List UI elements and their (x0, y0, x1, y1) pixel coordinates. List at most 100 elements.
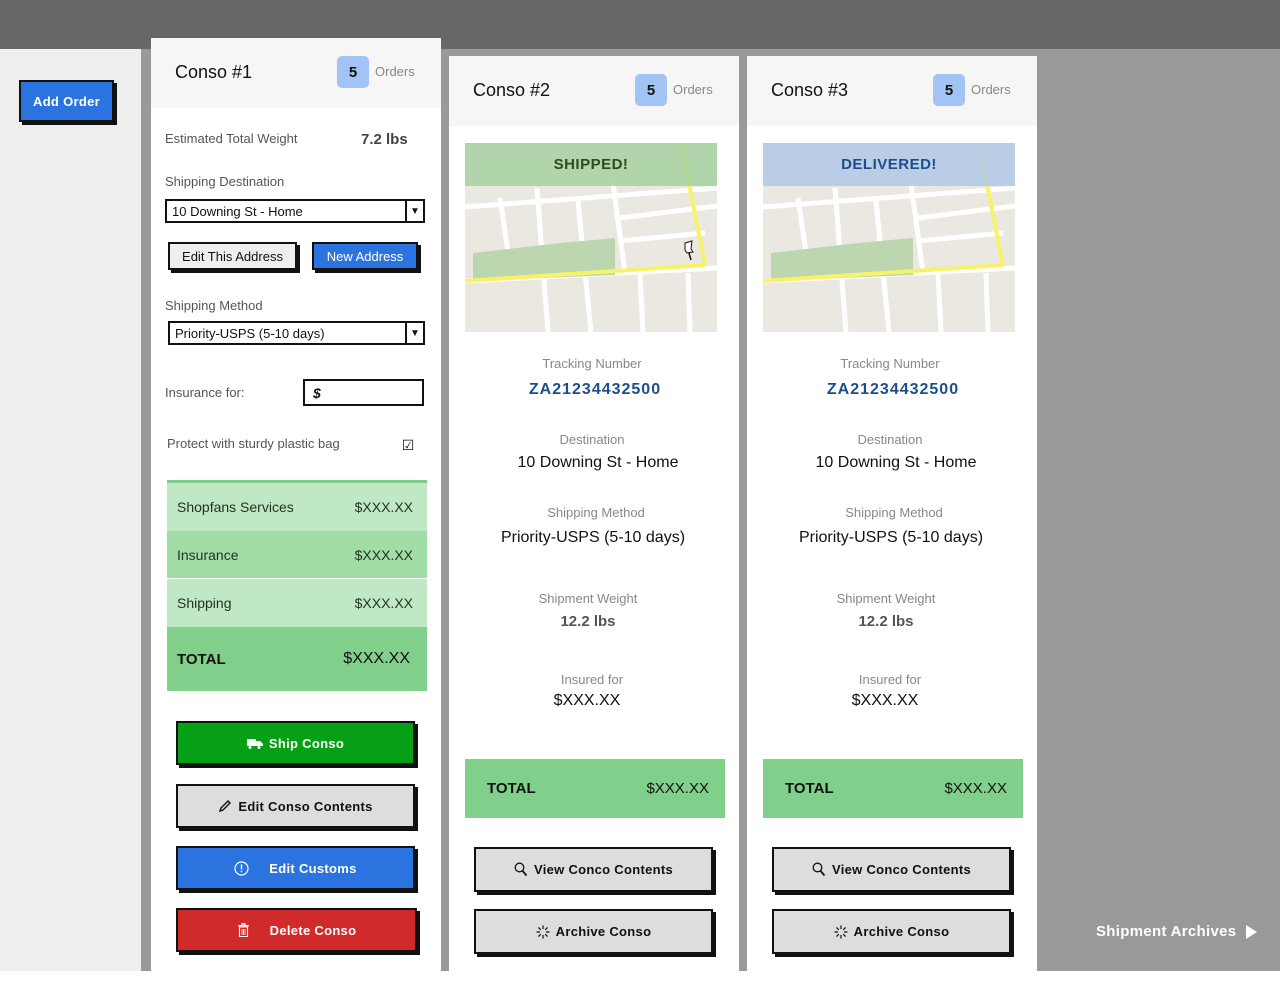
insurance-input[interactable]: $ (303, 379, 424, 406)
method-label: Shipping Method (547, 505, 645, 520)
edit-address-button[interactable]: Edit This Address (168, 242, 297, 270)
pencil-icon (218, 799, 232, 813)
conso-title: Conso #1 (175, 62, 253, 82)
ship-conso-label: Ship Conso (268, 735, 345, 751)
insured-value: $XXX.XX (553, 692, 621, 709)
tracking-label: Tracking Number (542, 356, 642, 371)
status-text: SHIPPED! (553, 156, 629, 173)
edit-customs-label: Edit Customs (269, 860, 357, 876)
shipment-map[interactable]: DELIVERED! (763, 143, 1015, 332)
left-rail (0, 49, 141, 971)
insured-label: Insured for (560, 672, 624, 687)
method-label: Shipping Method (165, 298, 263, 313)
weight-label: Estimated Total Weight (165, 131, 298, 146)
total-label: TOTAL (487, 780, 536, 797)
method-label: Shipping Method (845, 505, 943, 520)
insured-value: $XXX.XX (851, 692, 919, 709)
orders-label: Orders (375, 64, 415, 79)
shipment-archives-label: Shipment Archives (1096, 923, 1237, 940)
tracking-number[interactable]: ZA21234432500 (767, 381, 1019, 399)
orders-count-badge: 5 (337, 56, 369, 88)
plastic-bag-checkbox[interactable]: ☑ (401, 438, 415, 452)
shipment-archives-link[interactable]: Shipment Archives (1096, 923, 1258, 940)
edit-address-label: Edit This Address (182, 248, 283, 264)
weight-value: 7.2 lbs (361, 131, 408, 148)
weight-label: Shipment Weight (836, 591, 936, 606)
total-value: $XXX.XX (343, 650, 410, 667)
cost-label: Shopfans Services (177, 499, 294, 515)
spinner-icon (536, 925, 550, 939)
insurance-value: $ (313, 384, 321, 401)
tracking-label: Tracking Number (840, 356, 940, 371)
orders-label: Orders (673, 82, 713, 97)
method-value: Priority-USPS (5-10 days) (798, 529, 984, 546)
destination-label: Destination (857, 432, 923, 447)
archive-conso-label: Archive Conso (853, 924, 950, 939)
play-arrow-icon (1246, 924, 1258, 939)
cost-breakdown: Shopfans Services $XXX.XX Insurance $XXX… (167, 480, 427, 691)
add-order-button[interactable]: Add Order (19, 80, 114, 122)
insurance-label: Insurance for: (165, 385, 245, 400)
cost-label: Shipping (177, 595, 232, 611)
pushpin-icon (684, 240, 694, 261)
status-text: DELIVERED! (841, 156, 937, 173)
delete-conso-label: Delete Conso (269, 922, 357, 938)
status-banner-delivered: DELIVERED! (763, 143, 1015, 186)
method-selected: Priority-USPS (5-10 days) (175, 325, 325, 341)
conso-card-header: Conso #2 5 Orders (449, 56, 739, 126)
total-value: $XXX.XX (944, 780, 1007, 797)
alert-circle-icon (234, 860, 249, 876)
weight-value: 12.2 lbs (858, 613, 914, 630)
status-banner-shipped: SHIPPED! (465, 143, 717, 186)
cost-label: Insurance (177, 546, 239, 563)
cost-value: $XXX.XX (354, 546, 413, 563)
orders-label: Orders (971, 82, 1011, 97)
ship-conso-button[interactable]: Ship Conso (176, 721, 415, 765)
chevron-down-icon[interactable]: ▼ (405, 323, 423, 343)
archive-conso-button[interactable]: Archive Conso (772, 909, 1011, 954)
total-bar: TOTAL $XXX.XX (465, 759, 725, 818)
destination-value: 10 Downing St - Home (815, 454, 977, 471)
conso-title: Conso #2 (473, 80, 551, 100)
view-contents-button[interactable]: View Conco Contents (474, 847, 713, 892)
delete-conso-button[interactable]: Delete Conso (176, 908, 417, 952)
edit-customs-button[interactable]: Edit Customs (176, 846, 415, 890)
total-label: TOTAL (785, 780, 834, 797)
destination-label: Destination (559, 432, 625, 447)
total-label: TOTAL (177, 650, 226, 668)
total-bar: TOTAL $XXX.XX (763, 759, 1023, 818)
total-value: $XXX.XX (646, 780, 709, 797)
magnifier-icon (514, 862, 528, 877)
destination-value: 10 Downing St - Home (517, 454, 679, 471)
method-value: Priority-USPS (5-10 days) (500, 529, 686, 546)
tracking-number[interactable]: ZA21234432500 (469, 381, 721, 399)
new-address-button[interactable]: New Address (312, 242, 418, 270)
spinner-icon (834, 925, 848, 939)
add-order-label: Add Order (33, 93, 100, 109)
shipment-map[interactable]: SHIPPED! (465, 143, 717, 332)
trash-icon (237, 922, 250, 938)
destination-select[interactable]: 10 Downing St - Home ▼ (165, 199, 425, 223)
cost-row: Shopfans Services $XXX.XX (167, 483, 427, 531)
magnifier-icon (812, 862, 826, 877)
conso-card-header: Conso #3 5 Orders (747, 56, 1037, 126)
conso-title: Conso #3 (771, 80, 849, 100)
truck-icon (246, 738, 263, 749)
view-contents-label: View Conco Contents (533, 862, 674, 877)
destination-selected: 10 Downing St - Home (172, 203, 303, 219)
weight-label: Shipment Weight (538, 591, 638, 606)
cost-row: Shipping $XXX.XX (167, 579, 427, 627)
archive-conso-button[interactable]: Archive Conso (474, 909, 713, 954)
cost-value: $XXX.XX (354, 499, 413, 515)
conso-card-header: Conso #1 5 Orders (151, 38, 441, 108)
view-contents-button[interactable]: View Conco Contents (772, 847, 1011, 892)
weight-value: 12.2 lbs (560, 613, 616, 630)
method-select[interactable]: Priority-USPS (5-10 days) ▼ (168, 321, 425, 345)
cost-value: $XXX.XX (354, 595, 413, 611)
insured-label: Insured for (858, 672, 922, 687)
view-contents-label: View Conco Contents (831, 862, 972, 877)
new-address-label: New Address (326, 248, 404, 264)
edit-contents-button[interactable]: Edit Conso Contents (176, 784, 415, 828)
orders-count-badge: 5 (635, 74, 667, 106)
chevron-down-icon[interactable]: ▼ (405, 201, 423, 221)
